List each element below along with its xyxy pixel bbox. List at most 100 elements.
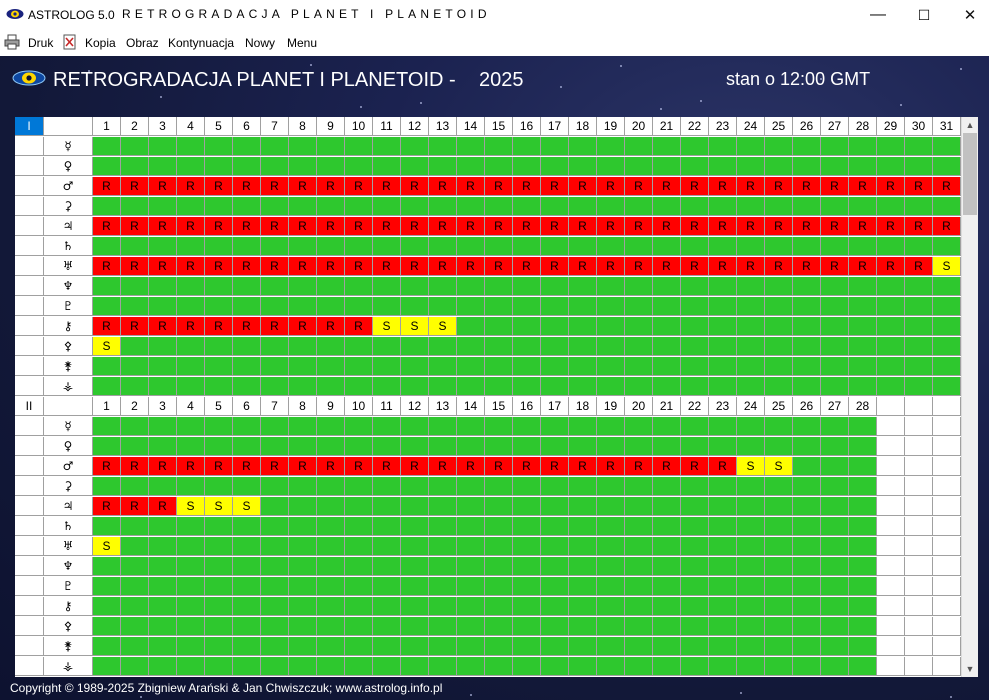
day-status-cell xyxy=(849,477,877,496)
day-status-cell xyxy=(345,297,373,316)
day-status-cell xyxy=(681,557,709,576)
copy-document-icon[interactable] xyxy=(62,34,78,50)
day-status-cell xyxy=(401,237,429,256)
day-status-cell xyxy=(457,597,485,616)
day-status-cell xyxy=(793,517,821,536)
day-status-cell xyxy=(625,357,653,376)
day-status-cell: R xyxy=(681,177,709,196)
day-status-cell: R xyxy=(793,257,821,276)
day-status-cell xyxy=(345,477,373,496)
scroll-up-icon[interactable]: ▲ xyxy=(962,117,978,133)
planet-row: ♄ xyxy=(15,237,961,257)
scroll-down-icon[interactable]: ▼ xyxy=(962,661,978,677)
day-status-cell xyxy=(149,377,177,396)
day-status-cell xyxy=(317,377,345,396)
copyright-footer: Copyright © 1989-2025 Zbigniew Arański &… xyxy=(10,681,443,695)
day-status-cell xyxy=(709,277,737,296)
day-status-cell xyxy=(597,497,625,516)
day-status-cell xyxy=(149,557,177,576)
day-status-cell xyxy=(289,377,317,396)
star-dot xyxy=(560,86,562,88)
printer-icon[interactable] xyxy=(4,34,20,50)
day-status-cell xyxy=(821,377,849,396)
day-status-cell xyxy=(821,337,849,356)
day-status-cell xyxy=(457,337,485,356)
day-status-cell: R xyxy=(625,457,653,476)
day-status-cell xyxy=(933,137,961,156)
day-status-cell xyxy=(485,317,513,336)
day-status-cell: R xyxy=(541,217,569,236)
day-status-cell xyxy=(877,557,905,576)
minimize-button[interactable]: — xyxy=(855,0,901,30)
day-status-cell xyxy=(457,237,485,256)
day-status-cell xyxy=(681,237,709,256)
day-status-cell xyxy=(905,197,933,216)
day-status-cell xyxy=(933,297,961,316)
day-status-cell xyxy=(681,517,709,536)
day-status-cell xyxy=(121,577,149,596)
day-status-cell: R xyxy=(625,217,653,236)
day-status-cell xyxy=(205,577,233,596)
menu-item-kopia[interactable]: Kopia xyxy=(85,36,116,50)
day-status-cell xyxy=(177,377,205,396)
day-status-cell xyxy=(149,357,177,376)
menu-item-druk[interactable]: Druk xyxy=(28,36,53,50)
menu-item-kontynuacja[interactable]: Kontynuacja xyxy=(168,36,234,50)
day-status-cell xyxy=(317,517,345,536)
day-status-cell: R xyxy=(485,257,513,276)
day-status-cell xyxy=(933,477,961,496)
day-status-cell xyxy=(93,597,121,616)
day-status-cell xyxy=(569,237,597,256)
day-status-cell xyxy=(317,277,345,296)
day-status-cell xyxy=(345,497,373,516)
row-gutter xyxy=(15,137,44,156)
day-status-cell: R xyxy=(485,177,513,196)
day-status-cell xyxy=(513,657,541,676)
day-status-cell: R xyxy=(177,217,205,236)
day-status-cell: R xyxy=(121,257,149,276)
day-status-cell: R xyxy=(205,457,233,476)
day-status-cell xyxy=(233,477,261,496)
planet-row: ♅ S xyxy=(15,537,961,557)
planet-symbol: ⚵ xyxy=(44,637,93,656)
day-status-cell xyxy=(569,577,597,596)
day-status-cell xyxy=(877,477,905,496)
day-status-cell xyxy=(905,417,933,436)
menu-item-nowy[interactable]: Nowy xyxy=(245,36,275,50)
close-button[interactable]: ✕ xyxy=(947,0,989,30)
day-status-cell xyxy=(317,637,345,656)
day-header: 16 xyxy=(513,397,541,416)
day-status-cell: R xyxy=(597,177,625,196)
month-label[interactable]: II xyxy=(15,397,44,416)
day-status-cell xyxy=(541,157,569,176)
day-status-cell xyxy=(709,197,737,216)
maximize-button[interactable]: ☐ xyxy=(901,0,947,30)
day-status-cell xyxy=(485,137,513,156)
menu-item-obraz[interactable]: Obraz xyxy=(126,36,159,50)
day-status-cell xyxy=(569,297,597,316)
day-status-cell xyxy=(737,137,765,156)
day-status-cell xyxy=(317,557,345,576)
scroll-thumb[interactable] xyxy=(963,133,977,215)
day-status-cell xyxy=(345,157,373,176)
day-status-cell xyxy=(429,237,457,256)
day-header: 23 xyxy=(709,397,737,416)
day-status-cell xyxy=(261,477,289,496)
month-label[interactable]: I xyxy=(15,117,44,136)
day-status-cell xyxy=(177,237,205,256)
day-status-cell xyxy=(793,597,821,616)
row-gutter xyxy=(15,197,44,216)
day-status-cell xyxy=(569,157,597,176)
planet-symbol: ♇ xyxy=(44,297,93,316)
day-status-cell xyxy=(653,637,681,656)
day-header: 25 xyxy=(765,397,793,416)
day-status-cell xyxy=(513,497,541,516)
day-header xyxy=(905,397,933,416)
planet-symbol: ♆ xyxy=(44,277,93,296)
vertical-scrollbar[interactable]: ▲ ▼ xyxy=(961,117,978,677)
day-status-cell xyxy=(877,457,905,476)
day-status-cell xyxy=(793,577,821,596)
menu-item-menu[interactable]: Menu xyxy=(287,36,317,50)
row-gutter xyxy=(15,517,44,536)
day-status-cell xyxy=(345,277,373,296)
